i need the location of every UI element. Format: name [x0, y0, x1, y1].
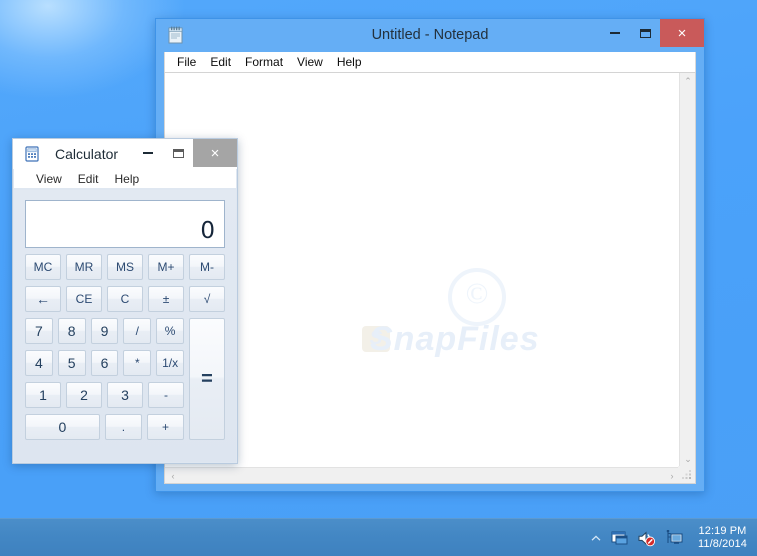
volume-muted-icon[interactable]: [637, 528, 657, 548]
scroll-down-icon[interactable]: ⌄: [680, 451, 695, 467]
maximize-icon: [172, 148, 184, 158]
calc-button-backspace[interactable]: ←: [25, 286, 61, 312]
calc-button-6[interactable]: 6: [90, 350, 119, 376]
maximize-icon: [639, 28, 651, 38]
calc-menu-item-edit[interactable]: Edit: [70, 170, 107, 188]
calc-button-9[interactable]: 9: [90, 318, 119, 344]
calculator-icon: [24, 146, 40, 162]
calculator-minimize-button[interactable]: [133, 139, 163, 167]
calculator-display-value: 0: [200, 218, 215, 244]
calculator-maximize-button[interactable]: [163, 139, 193, 167]
notepad-maximize-button[interactable]: [630, 19, 660, 47]
notepad-close-button[interactable]: ×: [660, 19, 704, 47]
calc-menu-item-help[interactable]: Help: [106, 170, 147, 188]
notepad-titlebar[interactable]: Untitled - Notepad ×: [156, 19, 704, 52]
calc-button-3[interactable]: 3: [107, 382, 143, 408]
calc-button-percent[interactable]: %: [156, 318, 184, 344]
calculator-keypad-row: 1 2 3 -: [25, 382, 184, 408]
close-icon: ×: [677, 24, 687, 42]
calc-button-decimal[interactable]: .: [104, 414, 142, 440]
calc-button-divide[interactable]: /: [123, 318, 152, 344]
calc-button-plus[interactable]: +: [146, 414, 184, 440]
notepad-text-input[interactable]: [165, 73, 680, 467]
calc-button-sqrt[interactable]: √: [189, 286, 225, 312]
calc-button-reciprocal[interactable]: 1/x: [156, 350, 184, 376]
action-center-icon[interactable]: [610, 528, 630, 548]
taskbar[interactable]: 12:19 PM 11/8/2014: [0, 518, 757, 556]
calculator-keypad: 7 8 9 / % 4 5 6 * 1/x 1 2 3 - 0 . + =: [25, 318, 225, 440]
notepad-minimize-button[interactable]: [600, 19, 630, 47]
calculator-window-controls[interactable]: ×: [133, 139, 237, 167]
calc-button-1[interactable]: 1: [25, 382, 61, 408]
calc-button-minus[interactable]: -: [148, 382, 184, 408]
notepad-vertical-scrollbar[interactable]: ⌃ ⌄: [679, 73, 695, 467]
calc-button-mc[interactable]: MC: [25, 254, 61, 280]
menu-item-format[interactable]: Format: [238, 53, 290, 71]
system-tray[interactable]: 12:19 PM 11/8/2014: [589, 519, 753, 556]
notepad-resize-grip[interactable]: [678, 466, 695, 483]
calc-button-ms[interactable]: MS: [107, 254, 143, 280]
calculator-keypad-row: 4 5 6 * 1/x: [25, 350, 184, 376]
notepad-menubar[interactable]: File Edit Format View Help: [164, 52, 696, 72]
calculator-close-button[interactable]: ×: [193, 139, 237, 167]
calc-button-5[interactable]: 5: [57, 350, 86, 376]
calculator-title-text: Calculator: [55, 146, 119, 162]
calc-button-m-minus[interactable]: M-: [189, 254, 225, 280]
calc-button-multiply[interactable]: *: [123, 350, 152, 376]
calculator-body: 0 MC MR MS M+ M- ← CE C ± √ 7 8 9 / % 4 …: [14, 190, 236, 462]
calc-menu-item-view[interactable]: View: [28, 170, 70, 188]
minimize-icon: [610, 32, 620, 34]
show-hidden-icons-chevron-icon[interactable]: [589, 528, 603, 548]
calc-button-c[interactable]: C: [107, 286, 143, 312]
calc-button-8[interactable]: 8: [57, 318, 86, 344]
clock-date: 11/8/2014: [697, 538, 747, 550]
calculator-keypad-row: 0 . +: [25, 414, 184, 440]
notepad-client-area: © S SnapFiles ⌃ ⌄ ‹ ›: [164, 72, 696, 484]
menu-item-edit[interactable]: Edit: [203, 53, 238, 71]
calc-button-4[interactable]: 4: [25, 350, 53, 376]
calc-button-2[interactable]: 2: [66, 382, 102, 408]
minimize-icon: [143, 152, 153, 154]
menu-item-file[interactable]: File: [170, 53, 203, 71]
calc-button-plus-minus[interactable]: ±: [148, 286, 184, 312]
menu-item-view[interactable]: View: [290, 53, 330, 71]
scroll-left-icon[interactable]: ‹: [165, 468, 181, 483]
clock-time: 12:19 PM: [698, 525, 747, 537]
desktop[interactable]: Untitled - Notepad × File Edit Format Vi…: [0, 0, 757, 556]
calculator-display: 0: [25, 200, 225, 248]
calc-button-ce[interactable]: CE: [66, 286, 102, 312]
calculator-keypad-row: 7 8 9 / %: [25, 318, 184, 344]
calc-button-0[interactable]: 0: [25, 414, 100, 440]
close-icon: ×: [210, 144, 220, 162]
calc-button-m-plus[interactable]: M+: [148, 254, 184, 280]
calculator-window[interactable]: Calculator × View Edit Help 0 MC MR MS M…: [12, 138, 238, 464]
taskbar-clock[interactable]: 12:19 PM 11/8/2014: [691, 525, 753, 551]
calculator-titlebar[interactable]: Calculator ×: [13, 139, 237, 169]
menu-item-help[interactable]: Help: [330, 53, 369, 71]
calc-button-mr[interactable]: MR: [66, 254, 102, 280]
notepad-window-controls[interactable]: ×: [600, 19, 704, 47]
network-icon[interactable]: [664, 528, 684, 548]
calculator-edit-row: ← CE C ± √: [25, 286, 225, 312]
calculator-memory-row: MC MR MS M+ M-: [25, 254, 225, 280]
calc-button-7[interactable]: 7: [25, 318, 53, 344]
notepad-horizontal-scrollbar[interactable]: ‹ ›: [165, 467, 680, 483]
calc-button-equals[interactable]: =: [189, 318, 225, 440]
calculator-menubar[interactable]: View Edit Help: [14, 169, 236, 189]
scroll-up-icon[interactable]: ⌃: [680, 73, 695, 89]
